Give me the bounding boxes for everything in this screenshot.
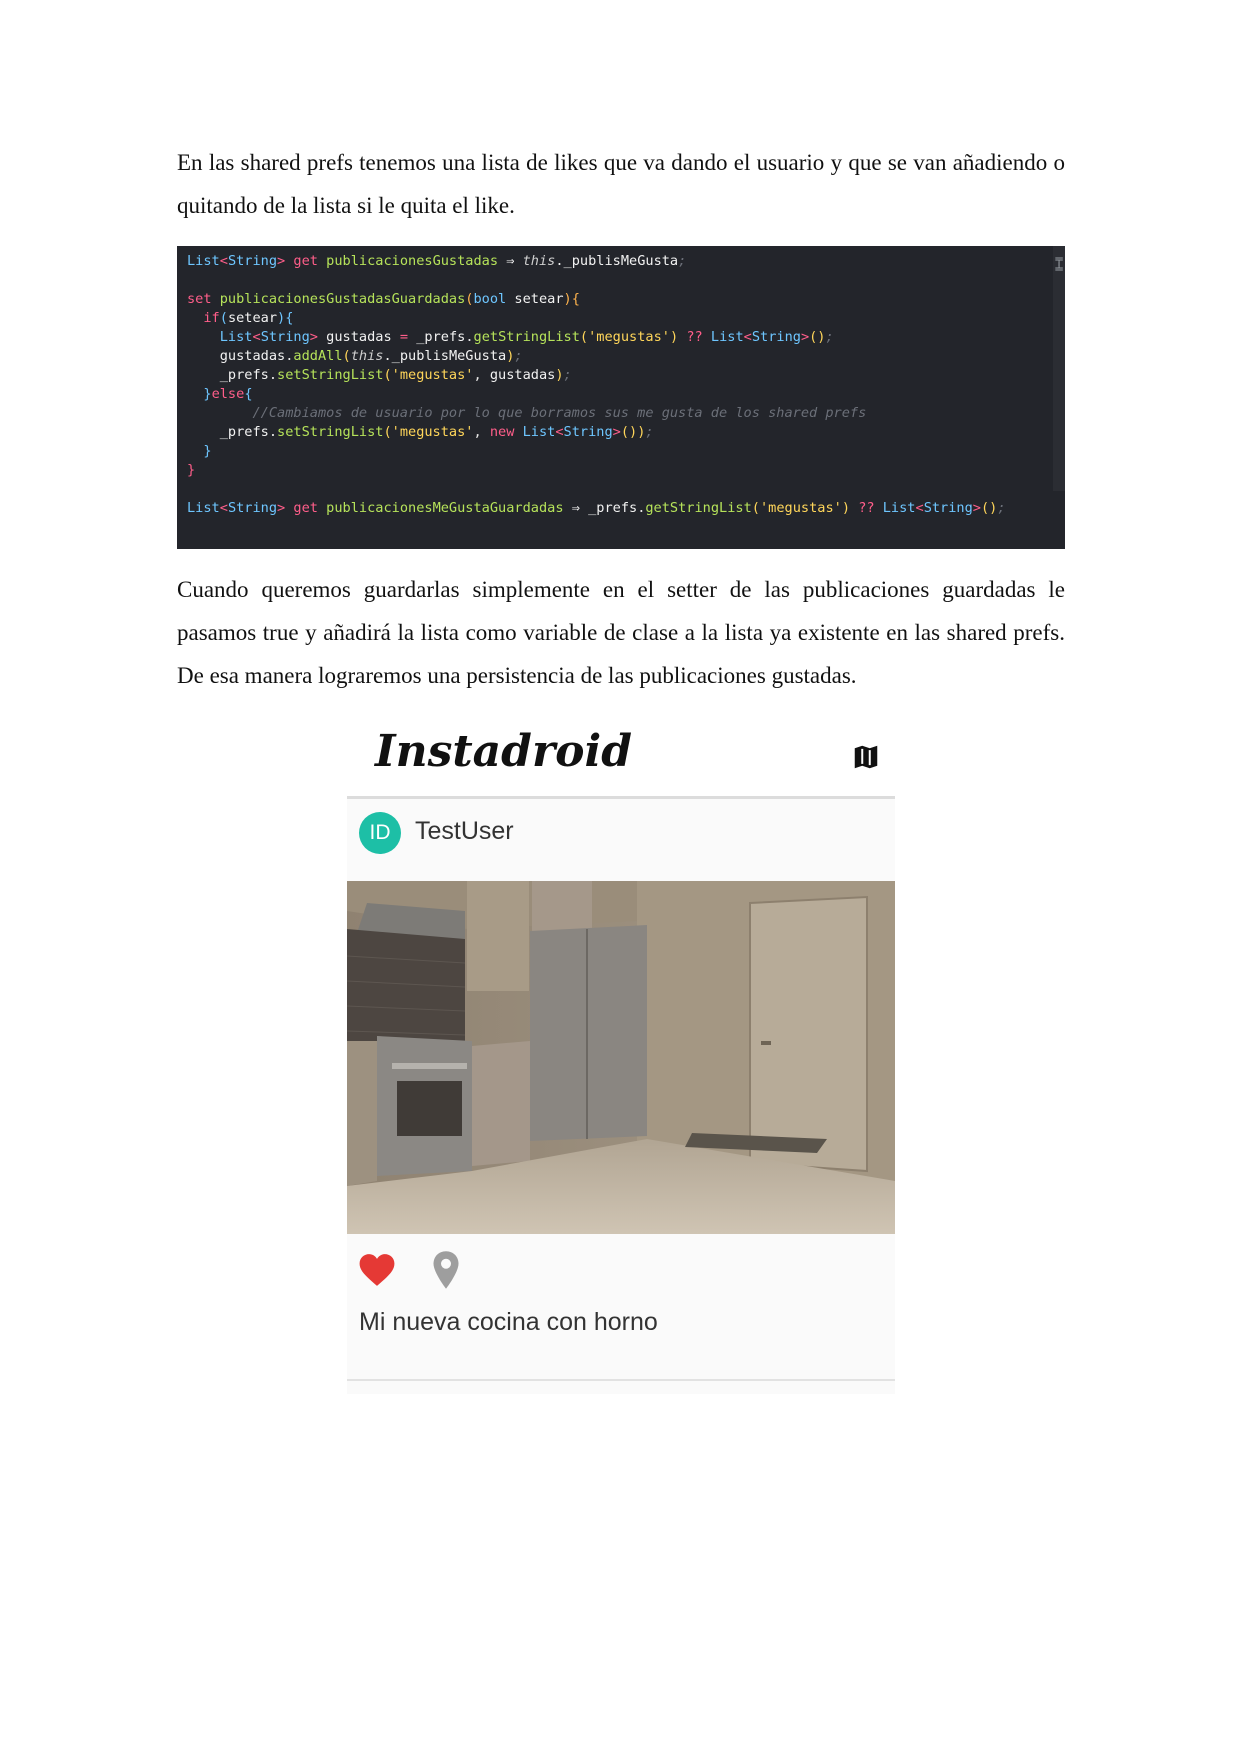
code-scrollbar[interactable]: ╤ ╧ xyxy=(1053,246,1065,491)
code-line-9: //Cambiamos de usuario por lo que borram… xyxy=(219,405,867,421)
code-line-5: List<String> gustadas = _prefs.getString… xyxy=(219,329,834,345)
post-caption: Mi nueva cocina con horno xyxy=(359,1308,658,1336)
post-divider xyxy=(347,1379,895,1381)
code-line-12: } xyxy=(187,462,196,478)
code-line-7: _prefs.setStringList('megustas', gustada… xyxy=(219,367,572,383)
map-icon[interactable] xyxy=(851,742,881,772)
app-bar: Instadroid xyxy=(347,718,895,799)
code-line-1: List<String> get publicacionesGustadas ⇒… xyxy=(187,253,687,269)
code-screenshot: List<String> get publicacionesGustadas ⇒… xyxy=(177,246,1065,549)
paragraph-intro: En las shared prefs tenemos una lista de… xyxy=(177,150,1065,218)
app-screenshot: Instadroid ID TestUser Mi nueva cocina c… xyxy=(347,718,895,1394)
code-line-4: if(setear){ xyxy=(203,310,294,326)
post-actions xyxy=(347,1246,895,1296)
username[interactable]: TestUser xyxy=(415,817,514,846)
code-line-8: }else{ xyxy=(203,386,253,402)
app-logo: Instadroid xyxy=(375,726,632,777)
code-line-10: _prefs.setStringList('megustas', new Lis… xyxy=(219,424,654,440)
paragraph-explanation: Cuando queremos guardarlas simplemente e… xyxy=(177,577,1065,688)
location-pin-icon[interactable] xyxy=(431,1250,461,1290)
code-line-11: } xyxy=(203,443,212,459)
code-line-6: gustadas.addAll(this._publisMeGusta); xyxy=(219,348,523,364)
avatar[interactable]: ID xyxy=(359,812,401,854)
post-header: ID TestUser xyxy=(347,799,895,879)
code-line-3: set publicacionesGustadasGuardadas(bool … xyxy=(187,291,580,307)
heart-icon[interactable] xyxy=(358,1252,396,1288)
code-line-14: List<String> get publicacionesMeGustaGua… xyxy=(187,500,1006,516)
scrollbar-grip-icon[interactable]: ╤ ╧ xyxy=(1055,253,1063,275)
post-photo[interactable] xyxy=(347,881,895,1234)
